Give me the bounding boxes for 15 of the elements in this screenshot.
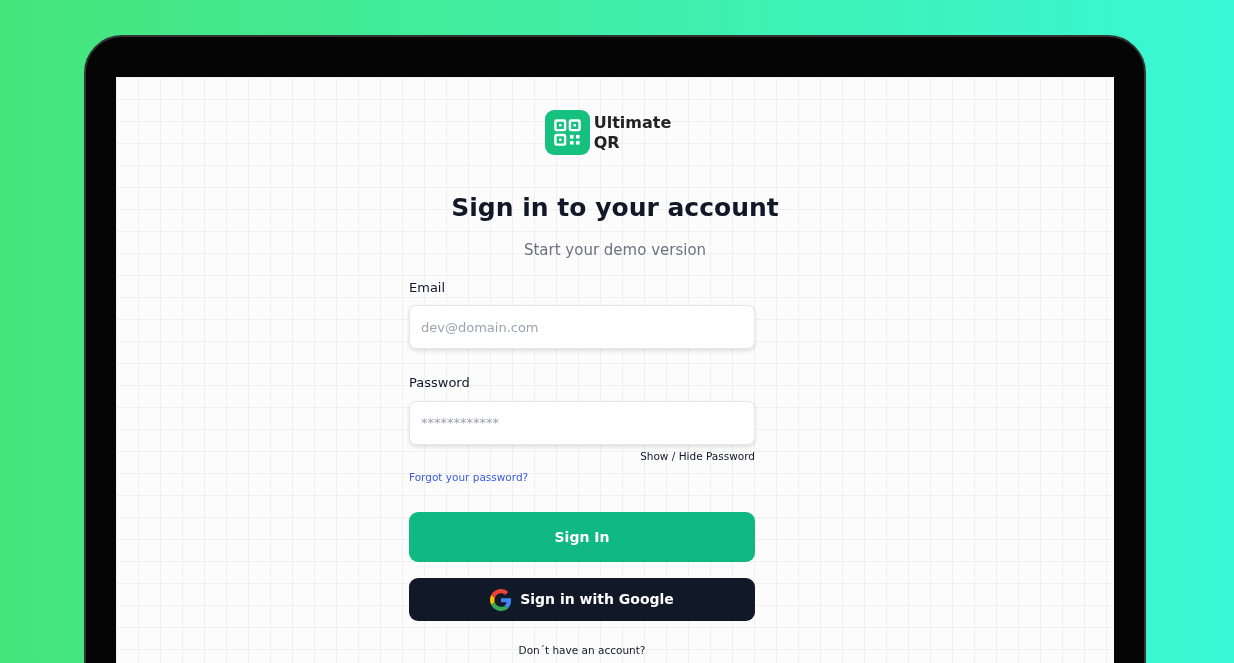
google-sign-in-button[interactable]: Sign in with Google bbox=[409, 578, 755, 622]
page-heading: Sign in to your account bbox=[451, 193, 779, 223]
password-field[interactable]: ************ bbox=[409, 400, 755, 445]
subtitle: Start your demo version bbox=[523, 240, 707, 261]
signup-prompt: Don´t have an account? bbox=[518, 644, 646, 657]
button-label: Sign in with Google bbox=[520, 590, 674, 610]
google-icon bbox=[490, 588, 513, 611]
forgot-password-link[interactable]: Forgot your password? bbox=[409, 470, 529, 486]
show-hide-password-toggle[interactable]: Show / Hide Password bbox=[640, 448, 755, 465]
field-label: Password bbox=[409, 374, 471, 392]
qr-code-icon bbox=[544, 110, 590, 155]
email-field[interactable]: dev@domain.com bbox=[409, 305, 755, 349]
brand-name: Ultimate bbox=[593, 112, 672, 133]
field-label: Email bbox=[409, 278, 447, 297]
brand-name: QR bbox=[593, 132, 621, 153]
